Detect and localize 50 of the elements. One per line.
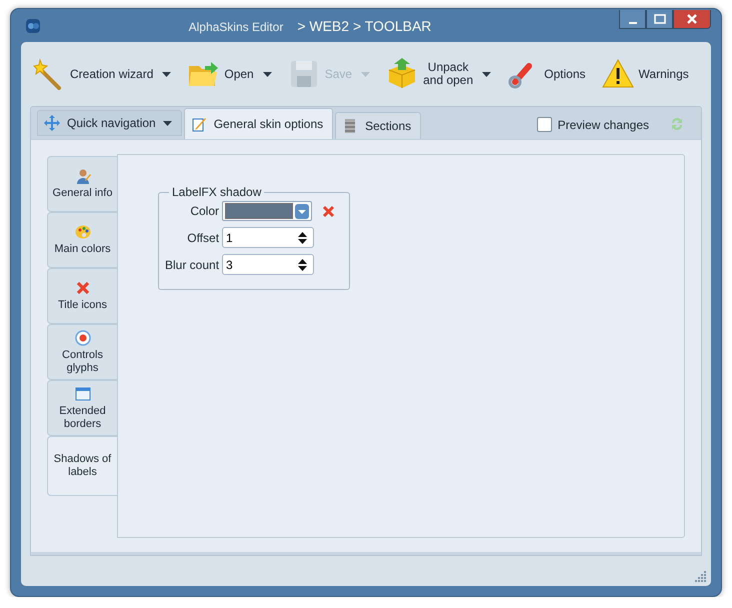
color-dropdown[interactable] [222,201,312,221]
caret-icon [361,72,370,76]
side-tab[interactable]: Controls glyphs [47,324,117,380]
toolbar-button[interactable]: Creation wizard [27,47,178,101]
field-label: Color [189,204,220,218]
close-button[interactable] [673,10,711,29]
tab[interactable]: Sections [335,112,422,139]
caret-icon [162,72,172,76]
field-label: Offset [186,230,220,244]
side-tab[interactable]: Title icons [47,268,117,324]
resize-grip-icon[interactable] [695,570,707,582]
caret-icon [482,72,492,76]
caret-icon [262,72,272,76]
cross-icon [74,280,90,296]
navigation-dropdown[interactable]: Quick navigation [37,110,182,136]
maximize-icon [654,14,666,24]
group-title: LabelFX shadow [171,185,262,199]
window-title: AlphaSkins Editor [188,20,284,34]
radio-icon [74,330,90,346]
side-tab[interactable]: General info [47,156,117,212]
spin-arrows-icon[interactable] [298,232,308,244]
move-icon [44,115,60,131]
minimize-button[interactable] [619,10,646,29]
spin-field[interactable]: 1 [222,227,314,248]
spin-field[interactable]: 3 [222,254,314,275]
person-icon [74,168,90,184]
close-icon [686,14,698,24]
clear-icon[interactable] [322,204,336,218]
window-path: > WEB2 > TOOLBAR [297,18,432,34]
spin-arrows-icon[interactable] [298,258,308,270]
toolbar-button[interactable]: Options [501,47,592,101]
side-tab[interactable]: Shadows of labels [47,436,117,496]
window-icon [74,386,90,402]
minimize-icon [628,22,636,24]
tab[interactable]: General skin options [184,108,334,139]
palette-icon [74,224,90,240]
side-tab[interactable]: Extended borders [47,380,117,436]
dropdown-icon[interactable] [295,204,310,218]
field-label: Blur count [165,258,220,272]
toolbar-button[interactable]: Open [181,47,278,101]
toolbar-button[interactable]: Unpack and open [380,47,498,101]
warning-icon [602,58,634,90]
app-icon [25,18,41,34]
pencil-icon [190,116,207,132]
caret-icon [162,120,172,126]
preview-checkbox[interactable] [536,117,552,132]
preview-label: Preview changes [558,118,649,132]
maximize-button[interactable] [646,10,673,29]
toolbar-button[interactable]: Warnings [596,47,695,101]
side-tab[interactable]: Main colors [47,212,117,268]
